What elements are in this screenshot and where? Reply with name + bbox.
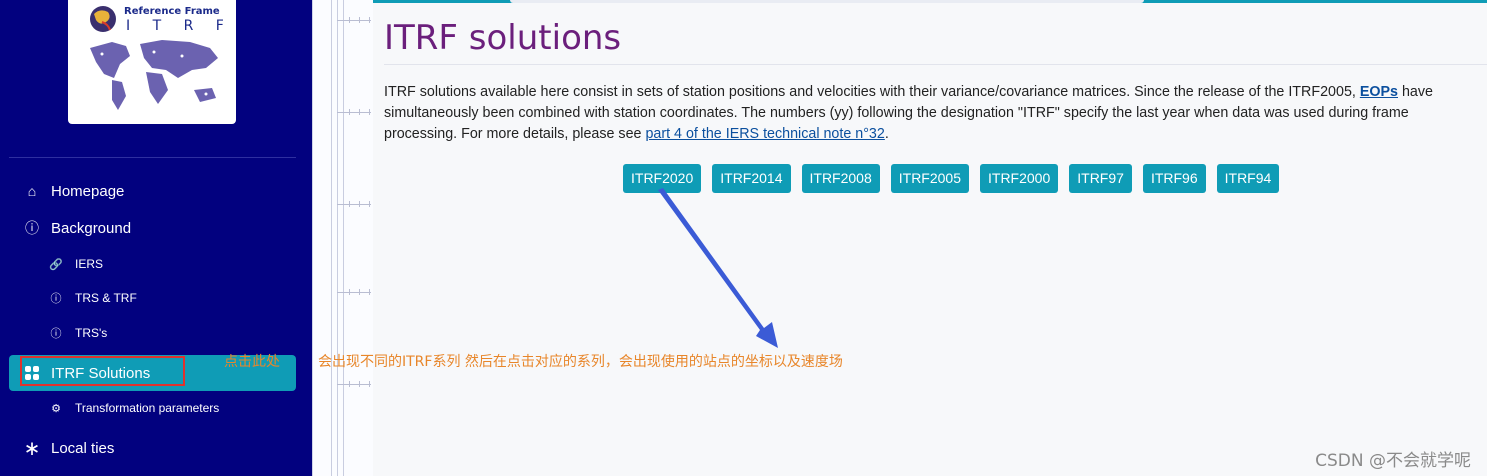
- sidebar-item-trs-trf[interactable]: ⓘ TRS & TRF: [9, 283, 296, 313]
- ruler-tick: [337, 201, 371, 207]
- sidebar-item-label: Local ties: [51, 439, 115, 457]
- sidebar-item-transformation-parameters[interactable]: ⚙ Transformation parameters: [9, 393, 296, 423]
- itrf-logo[interactable]: Reference Frame I T R F: [68, 0, 236, 124]
- intro-text: ITRF solutions available here consist in…: [384, 84, 1360, 100]
- itrf2020-button[interactable]: ITRF2020: [623, 164, 702, 193]
- sidebar-item-iers[interactable]: 🔗 IERS: [9, 249, 296, 279]
- ruler-tick: [337, 17, 371, 23]
- title-divider: [384, 64, 1487, 65]
- itrf2005-button[interactable]: ITRF2005: [890, 164, 969, 193]
- ruler-line: [331, 0, 332, 476]
- logo-text-reference-frame: Reference Frame: [124, 6, 220, 17]
- page-title: ITRF solutions: [384, 18, 622, 58]
- sidebar-item-label: Background: [51, 219, 132, 237]
- sidebar-item-local-ties[interactable]: ∗ Local ties: [9, 430, 296, 466]
- ruler-tick: [337, 289, 371, 295]
- world-map-icon: [90, 40, 218, 110]
- ruler-line: [337, 0, 338, 476]
- logo-text-itrf: I T R F: [126, 18, 233, 34]
- grid-icon: [23, 366, 41, 380]
- ruler-line: [343, 0, 344, 476]
- itrf96-button[interactable]: ITRF96: [1142, 164, 1206, 193]
- sidebar-item-label: IERS: [75, 257, 104, 271]
- iers-note-link[interactable]: part 4 of the IERS technical note n°32: [645, 126, 884, 142]
- ruler-tick: [337, 381, 371, 387]
- sidebar-item-label: Transformation parameters: [75, 401, 220, 415]
- intro-paragraph: ITRF solutions available here consist in…: [384, 82, 1476, 145]
- globe-icon: [90, 6, 116, 32]
- link-icon: 🔗: [49, 258, 63, 271]
- info-icon: ⓘ: [25, 220, 39, 236]
- itrf-solution-buttons: ITRF2020 ITRF2014 ITRF2008 ITRF2005 ITRF…: [623, 164, 1280, 193]
- asterisk-icon: ∗: [23, 437, 41, 460]
- ruler-tick: [337, 109, 371, 115]
- itrf97-button[interactable]: ITRF97: [1069, 164, 1132, 193]
- sidebar-item-trss[interactable]: ⓘ TRS's: [9, 318, 296, 348]
- sidebar-item-background[interactable]: ⓘ Background: [9, 210, 296, 246]
- intro-text: .: [884, 126, 889, 142]
- eops-link[interactable]: EOPs: [1360, 84, 1398, 100]
- sidebar-item-label: ITRF Solutions: [51, 364, 151, 382]
- sidebar: Reference Frame I T R F ⌂ Homepage ⓘ Bac…: [0, 0, 312, 476]
- sidebar-item-homepage[interactable]: ⌂ Homepage: [9, 173, 296, 209]
- search-bar-edge[interactable]: [510, 0, 1144, 3]
- ruler-strip: [312, 0, 373, 476]
- home-icon: ⌂: [27, 183, 37, 199]
- sidebar-divider: [9, 157, 296, 158]
- sidebar-item-label: TRS's: [75, 326, 108, 340]
- csdn-watermark: CSDN @不会就学呢: [1315, 451, 1471, 471]
- itrf2000-button[interactable]: ITRF2000: [980, 164, 1059, 193]
- info-icon: ⓘ: [50, 328, 62, 340]
- sidebar-item-label: Homepage: [51, 182, 125, 200]
- itrf2014-button[interactable]: ITRF2014: [712, 164, 791, 193]
- annotation-explanation: 会出现不同的ITRF系列 然后在点击对应的系列，会出现使用的站点的坐标以及速度场: [318, 354, 843, 370]
- info-icon: ⓘ: [50, 293, 62, 305]
- sidebar-item-label: TRS & TRF: [75, 291, 137, 305]
- itrf94-button[interactable]: ITRF94: [1216, 164, 1280, 193]
- annotation-click-here: 点击此处: [224, 354, 280, 370]
- gear-icon: ⚙: [51, 402, 61, 415]
- itrf2008-button[interactable]: ITRF2008: [801, 164, 880, 193]
